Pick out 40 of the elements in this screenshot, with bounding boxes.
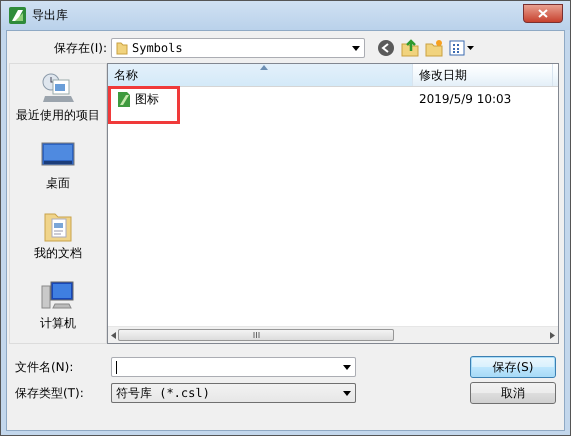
close-button[interactable]: [523, 4, 563, 23]
place-item[interactable]: 最近使用的项目: [14, 70, 102, 126]
scrollbar-thumb[interactable]: [118, 329, 394, 341]
grip-icon: [252, 332, 260, 338]
dropdown-arrow-icon[interactable]: [343, 390, 351, 396]
place-label: 最近使用的项目: [16, 107, 100, 124]
place-label: 桌面: [46, 175, 70, 192]
place-label: 计算机: [40, 315, 76, 332]
file-name[interactable]: 图标: [135, 90, 159, 108]
recent-items-icon: [41, 72, 75, 104]
back-icon[interactable]: [377, 39, 395, 57]
window-title: 导出库: [32, 7, 68, 24]
place-item[interactable]: 桌面: [39, 140, 77, 194]
column-header[interactable]: 修改日期: [413, 64, 553, 86]
column-header[interactable]: 名称: [108, 64, 413, 86]
scroll-right-icon[interactable]: [550, 332, 555, 338]
save-button[interactable]: 保存(S): [470, 356, 556, 378]
sort-arrow-icon: [260, 65, 268, 70]
place-label: 我的文档: [34, 245, 82, 262]
dropdown-arrow-icon[interactable]: [343, 364, 351, 370]
view-menu-icon[interactable]: [449, 40, 475, 56]
app-logo-icon: [9, 7, 26, 24]
save-type-label: 保存类型(T):: [15, 384, 85, 402]
save-type-dropdown[interactable]: 符号库 (*.csl): [111, 383, 356, 403]
folder-icon: [116, 41, 128, 55]
file-name-input[interactable]: [111, 357, 356, 377]
scroll-left-icon[interactable]: [111, 332, 116, 338]
save-in-dropdown[interactable]: Symbols: [111, 38, 365, 58]
dropdown-arrow-icon[interactable]: [352, 46, 360, 50]
file-name-cell[interactable]: 图标: [108, 90, 413, 108]
place-item[interactable]: 计算机: [38, 278, 78, 334]
file-name-label: 文件名(N):: [15, 358, 74, 376]
save-in-label: 保存在(I):: [53, 40, 108, 56]
date-cell-text: 2019/5/9 10:03: [418, 92, 512, 106]
horizontal-scrollbar[interactable]: [108, 326, 558, 343]
folder-up-icon[interactable]: [401, 39, 419, 57]
place-item[interactable]: 我的文档: [32, 208, 84, 264]
file-icon: [118, 92, 130, 106]
close-icon: [538, 9, 548, 18]
cancel-button[interactable]: 取消: [470, 382, 556, 404]
